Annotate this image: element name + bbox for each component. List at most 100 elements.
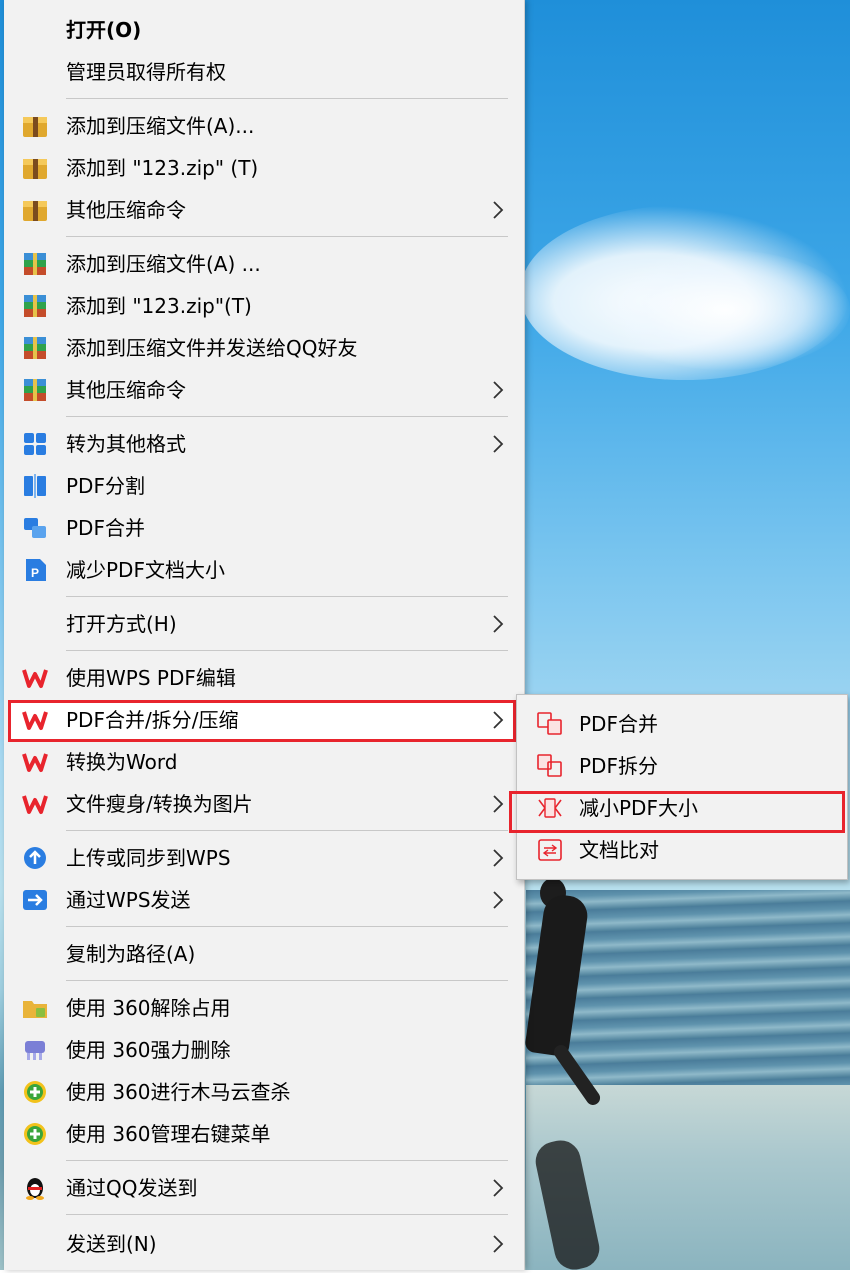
chevron-right-icon [488, 1234, 508, 1254]
menu-item-take-ownership[interactable]: 管理员取得所有权 [4, 52, 524, 92]
separator [66, 926, 508, 927]
menu-item-label: 管理员取得所有权 [66, 60, 226, 84]
menu-item-send-to[interactable]: 发送到(N) [4, 1224, 524, 1264]
menu-item-label: 转为其他格式 [66, 432, 186, 456]
menu-item-label: 使用 360管理右键菜单 [66, 1122, 271, 1146]
menu-item-label: 减少PDF文档大小 [66, 558, 225, 582]
menu-item-label: 复制为路径(A) [66, 942, 196, 966]
menu-item-winrar-zip[interactable]: 添加到 "123.zip"(T) [4, 286, 524, 326]
archive-icon [22, 156, 48, 180]
chevron-right-icon [488, 1178, 508, 1198]
menu-item-send-qq[interactable]: 通过QQ发送到 [4, 1168, 524, 1208]
highlight-box [509, 791, 845, 833]
submenu-item-label: PDF拆分 [579, 754, 658, 778]
chevron-right-icon [488, 890, 508, 910]
menu-item-pdf-merge-split-compress[interactable]: PDF合并/拆分/压缩 [4, 700, 524, 740]
pdf-split-icon [22, 474, 48, 498]
wps-icon [22, 750, 48, 774]
menu-item-label: 添加到 "123.zip" (T) [66, 156, 259, 180]
menu-item-upload-wps[interactable]: 上传或同步到WPS [4, 838, 524, 878]
menu-item-360-unlock[interactable]: 使用 360解除占用 [4, 988, 524, 1028]
menu-item-label: 通过WPS发送 [66, 888, 191, 912]
winrar-icon [22, 336, 48, 360]
archive-icon [22, 198, 48, 222]
submenu-item-label: 文档比对 [579, 838, 659, 862]
wps-icon [22, 708, 48, 732]
menu-item-winrar-other[interactable]: 其他压缩命令 [4, 370, 524, 410]
360-plus-icon [22, 1122, 48, 1146]
submenu-item-compare-docs[interactable]: 文档比对 [517, 829, 847, 871]
pdf-file-icon: P [22, 558, 48, 582]
menu-item-label: 使用 360进行木马云查杀 [66, 1080, 291, 1104]
menu-item-label: 使用 360解除占用 [66, 996, 231, 1020]
separator [66, 98, 508, 99]
chevron-right-icon [488, 794, 508, 814]
winrar-icon [22, 252, 48, 276]
menu-item-label: 添加到压缩文件(A) ... [66, 252, 261, 276]
cloud [600, 250, 850, 370]
menu-item-open[interactable]: 打开(O) [4, 10, 524, 50]
menu-item-label: 上传或同步到WPS [66, 846, 231, 870]
menu-item-wps-pdf-edit[interactable]: 使用WPS PDF编辑 [4, 658, 524, 698]
separator [66, 830, 508, 831]
submenu-item-pdf-merge[interactable]: PDF合并 [517, 703, 847, 745]
submenu-item-pdf-split[interactable]: PDF拆分 [517, 745, 847, 787]
menu-item-label: 使用WPS PDF编辑 [66, 666, 236, 690]
separator [66, 1214, 508, 1215]
menu-item-convert-format[interactable]: 转为其他格式 [4, 424, 524, 464]
wps-icon [22, 792, 48, 816]
menu-item-label: 通过QQ发送到 [66, 1176, 198, 1200]
chevron-right-icon [488, 848, 508, 868]
menu-item-label: 添加到压缩文件并发送给QQ好友 [66, 336, 358, 360]
chevron-right-icon [488, 710, 508, 730]
menu-item-reduce-pdf[interactable]: P 减少PDF文档大小 [4, 550, 524, 590]
menu-item-add-to-archive[interactable]: 添加到压缩文件(A)... [4, 106, 524, 146]
folder-unlock-icon [22, 996, 48, 1020]
menu-item-label: 文件瘦身/转换为图片 [66, 792, 253, 816]
submenu: PDF合并 PDF拆分 减小PDF大小 文档比对 [516, 694, 848, 880]
menu-item-winrar-send-qq[interactable]: 添加到压缩文件并发送给QQ好友 [4, 328, 524, 368]
menu-item-label: 其他压缩命令 [66, 378, 186, 402]
menu-item-label: 转换为Word [66, 750, 178, 774]
separator [66, 596, 508, 597]
send-arrow-icon [22, 888, 48, 912]
submenu-item-label: PDF合并 [579, 712, 658, 736]
menu-item-other-compress[interactable]: 其他压缩命令 [4, 190, 524, 230]
menu-item-label: PDF分割 [66, 474, 145, 498]
menu-item-add-to-zip[interactable]: 添加到 "123.zip" (T) [4, 148, 524, 188]
menu-item-label: PDF合并/拆分/压缩 [66, 708, 239, 732]
menu-item-winrar-add[interactable]: 添加到压缩文件(A) ... [4, 244, 524, 284]
menu-item-slim-to-image[interactable]: 文件瘦身/转换为图片 [4, 784, 524, 824]
shredder-icon [22, 1038, 48, 1062]
menu-item-label: 发送到(N) [66, 1232, 157, 1256]
menu-item-pdf-split[interactable]: PDF分割 [4, 466, 524, 506]
menu-item-copy-path[interactable]: 复制为路径(A) [4, 934, 524, 974]
wps-icon [22, 666, 48, 690]
menu-item-label: 添加到 "123.zip"(T) [66, 294, 252, 318]
svg-text:P: P [31, 566, 39, 580]
menu-item-label: 打开方式(H) [66, 612, 177, 636]
separator [66, 1160, 508, 1161]
chevron-right-icon [488, 434, 508, 454]
menu-item-pdf-merge[interactable]: PDF合并 [4, 508, 524, 548]
360-plus-icon [22, 1080, 48, 1104]
menu-item-open-with[interactable]: 打开方式(H) [4, 604, 524, 644]
cloud-upload-icon [22, 846, 48, 870]
pdf-merge-icon [537, 712, 563, 736]
menu-item-send-wps[interactable]: 通过WPS发送 [4, 880, 524, 920]
archive-icon [22, 114, 48, 138]
pdf-split-icon [537, 754, 563, 778]
separator [66, 416, 508, 417]
menu-item-360-trojan-scan[interactable]: 使用 360进行木马云查杀 [4, 1072, 524, 1112]
menu-item-label: 添加到压缩文件(A)... [66, 114, 255, 138]
chevron-right-icon [488, 380, 508, 400]
menu-item-360-manage-menu[interactable]: 使用 360管理右键菜单 [4, 1114, 524, 1154]
separator [66, 980, 508, 981]
menu-item-label: 其他压缩命令 [66, 198, 186, 222]
pdf-merge-icon [22, 516, 48, 540]
separator [66, 650, 508, 651]
menu-item-label: 打开(O) [66, 18, 142, 42]
menu-item-convert-word[interactable]: 转换为Word [4, 742, 524, 782]
menu-item-360-force-delete[interactable]: 使用 360强力删除 [4, 1030, 524, 1070]
winrar-icon [22, 378, 48, 402]
